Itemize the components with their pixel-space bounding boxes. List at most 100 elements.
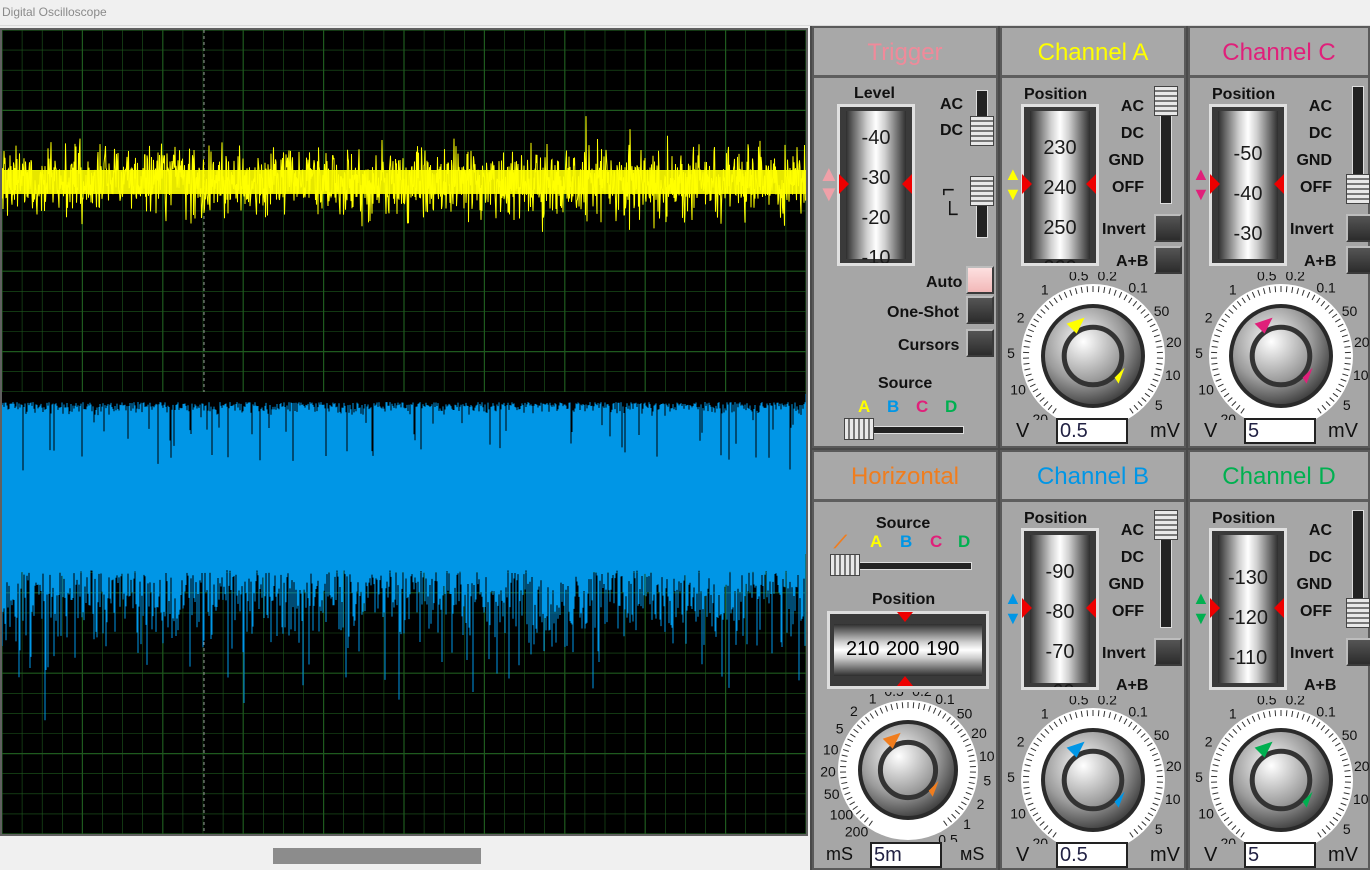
channel-d-unit-left: V [1204, 844, 1218, 866]
dial-tick [1274, 286, 1277, 293]
dial-tick [1285, 286, 1288, 293]
channel-a-unit-left: V [1016, 420, 1030, 442]
channel-c-invert-button[interactable] [1346, 214, 1370, 242]
auto-button[interactable] [966, 266, 994, 294]
channel-a-volts-input[interactable]: 0.5 [1056, 418, 1128, 444]
channel-c-title: Channel C [1190, 28, 1368, 78]
horizontal-scrollbar[interactable] [0, 838, 808, 870]
edge-rising-icon: ⌐ └ [942, 177, 958, 226]
dial-scale-label: 20 [1221, 835, 1237, 844]
trigger-coupling-switch[interactable] [970, 116, 994, 146]
dial-scale-label: 20 [1166, 758, 1182, 774]
channel-b-ac-label: AC [1120, 522, 1144, 539]
dial-scale-label: 5 [1155, 821, 1163, 837]
cursors-button[interactable] [966, 329, 994, 357]
trigger-title: Trigger [814, 28, 996, 78]
channel-d-volts-dial[interactable]: 0.512510200.20.150201052 [1192, 696, 1370, 844]
hpos-top-marker-icon [897, 612, 913, 622]
trigger-section: Trigger Level -40 -30 -20 -10 ▲ ▼ AC DC ⌐… [812, 26, 998, 448]
timebase-dial[interactable]: 0.51251020501002000.20.15020105210.5 [816, 692, 996, 842]
trigger-edge-switch[interactable] [970, 176, 994, 206]
dial-tick [1285, 710, 1288, 717]
channel-c-section: Channel C Position -50 -40 -30 ▲ ▼ AC DC GND OFF In… [1188, 26, 1370, 448]
dial-scale-label: 100 [830, 806, 854, 822]
trigger-source-slider[interactable] [844, 418, 874, 440]
dial-scale-label: 1 [963, 816, 971, 832]
channel-b-updown-icon[interactable]: ▲ ▼ [1004, 588, 1022, 628]
hpos-bottom-marker-icon [897, 676, 913, 686]
channel-d-unit-right: mV [1328, 844, 1358, 866]
channel-a-ac-label: AC [1120, 98, 1144, 115]
dial-scale-label: 0.2 [1286, 272, 1306, 283]
channel-a-sum-label: A+B [1116, 253, 1149, 270]
dial-scale-label: 2 [1130, 843, 1138, 844]
dial-scale-label: 10 [1165, 367, 1181, 383]
channel-a-updown-icon[interactable]: ▲ ▼ [1004, 164, 1022, 204]
trigger-source-c: C [916, 397, 929, 416]
dial-scale-label: 20 [1033, 835, 1049, 844]
level-marker-left-icon [839, 174, 849, 194]
horizontal-source-slider[interactable] [830, 554, 860, 576]
scrollbar-thumb[interactable] [273, 848, 481, 864]
channel-c-coupling-switch[interactable] [1346, 174, 1370, 204]
dial-scale-label: 10 [1165, 791, 1181, 807]
dial-scale-label: 2 [1017, 734, 1025, 750]
channel-d-marker-left-icon [1210, 598, 1220, 618]
channel-b-coupling-switch[interactable] [1154, 510, 1178, 540]
channel-d-updown-icon[interactable]: ▲ ▼ [1192, 588, 1210, 628]
dial-scale-label: 5 [983, 772, 991, 788]
channel-b-invert-button[interactable] [1154, 638, 1182, 666]
dial-scale-label: 0.2 [1286, 696, 1306, 707]
dial-tick [1086, 710, 1089, 717]
trigger-source-label: Source [878, 375, 933, 392]
channel-c-volts-dial[interactable]: 0.512510200.20.150201052 [1192, 272, 1370, 420]
channel-a-sum-button[interactable] [1154, 246, 1182, 274]
channel-c-ac-label: AC [1308, 98, 1332, 115]
channel-d-coupling-switch[interactable] [1346, 598, 1370, 628]
dial-scale-label: 5 [1195, 345, 1203, 361]
channel-c-updown-icon[interactable]: ▲ ▼ [1192, 164, 1210, 204]
dial-scale-label: 0.1 [1316, 279, 1336, 295]
dial-tick [1023, 362, 1030, 365]
channel-b-volts-dial[interactable]: 0.512510200.20.150201052 [1004, 696, 1182, 844]
dial-scale-label: 0.2 [1098, 696, 1118, 707]
dial-scale-label: 5 [836, 720, 844, 736]
dial-scale-label: 2 [850, 703, 858, 719]
channel-c-sum-button[interactable] [1346, 246, 1370, 274]
dial-scale-label: 5 [1343, 821, 1351, 837]
channel-d-invert-button[interactable] [1346, 638, 1370, 666]
channel-b-marker-left-icon [1022, 598, 1032, 618]
dial-scale-label: 20 [1354, 334, 1370, 350]
timebase-input[interactable]: 5m [870, 842, 942, 868]
channel-b-position-label: Position [1024, 510, 1088, 527]
channel-a-invert-button[interactable] [1154, 214, 1182, 242]
horizontal-unit-right: мS [960, 844, 985, 864]
dial-scale-label: 10 [1353, 367, 1369, 383]
channel-a-volts-dial[interactable]: 0.512510200.20.150201052 [1004, 272, 1182, 420]
horizontal-unit-left: mS [826, 844, 853, 864]
dial-tick [1023, 786, 1030, 789]
dial-scale-label: 0.5 [1257, 272, 1277, 283]
dial-scale-label: 5 [1155, 397, 1163, 413]
dial-tick [1156, 786, 1163, 789]
channel-c-invert-label: Invert [1290, 221, 1334, 238]
channel-b-volts-input[interactable]: 0.5 [1056, 842, 1128, 868]
oneshot-button[interactable] [966, 296, 994, 324]
channel-d-volts-input[interactable]: 5 [1244, 842, 1316, 868]
channel-c-gnd-label: GND [1296, 152, 1332, 169]
channel-a-coupling-switch[interactable] [1154, 86, 1178, 116]
channel-a-core [2, 170, 806, 194]
dial-tick [1097, 710, 1100, 717]
dial-scale-label: 10 [1010, 381, 1026, 397]
channel-c-position-label: Position [1212, 86, 1276, 103]
dial-scale-label: 2 [1017, 310, 1025, 326]
dial-scale-label: 2 [1318, 419, 1326, 420]
trigger-ac-label: AC [940, 96, 964, 113]
dial-scale-label: 2 [1205, 734, 1213, 750]
dial-scale-label: 10 [979, 748, 995, 764]
horizontal-source-label: Source [876, 515, 931, 532]
level-updown-icon[interactable]: ▲ ▼ [818, 163, 840, 205]
channel-c-volts-input[interactable]: 5 [1244, 418, 1316, 444]
channel-b-sum-label: A+B [1116, 677, 1149, 694]
dial-scale-label: 5 [1195, 769, 1203, 785]
